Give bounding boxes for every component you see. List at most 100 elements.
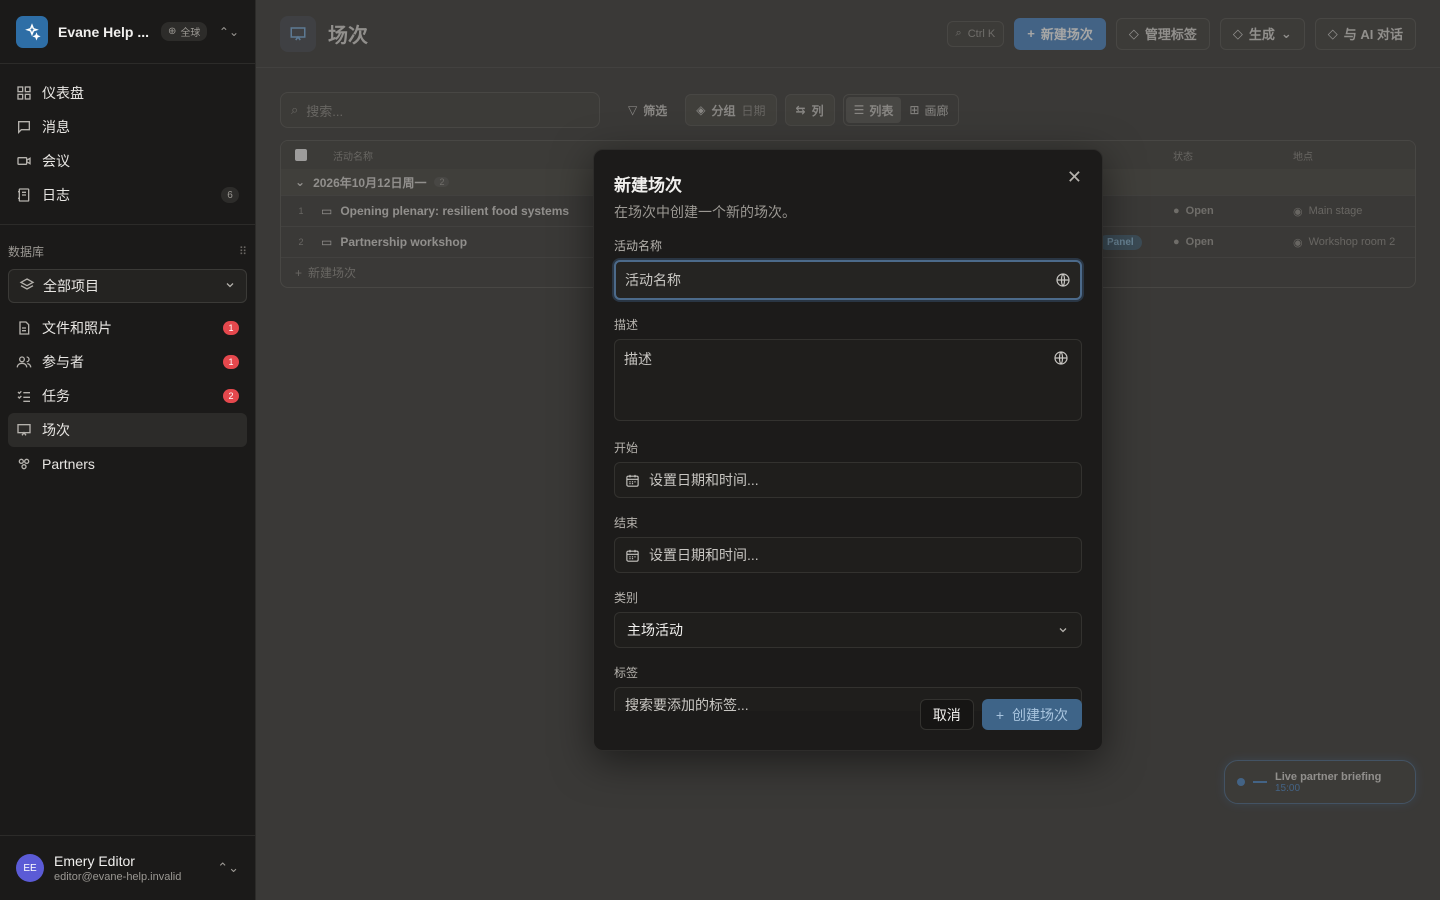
user-info: Emery Editor editor@evane-help.invalid (54, 853, 181, 883)
button-label: 创建场次 (1012, 706, 1068, 723)
sparkle-icon: ◇ (1327, 25, 1338, 41)
database-nav: 文件和照片 1 参与者 1 任务 2 场次 Partners (0, 311, 255, 481)
dash-icon (1253, 781, 1267, 783)
nav-item-dashboard[interactable]: 仪表盘 (8, 76, 247, 110)
section-title: 数据库 (8, 244, 45, 259)
manage-tags-button[interactable]: ◇ 管理标签 (1115, 17, 1210, 50)
filter-icon: ▽ (628, 103, 638, 117)
cancel-button[interactable]: 取消 (919, 699, 974, 730)
presentation-icon (280, 15, 316, 52)
notebook-icon (16, 187, 34, 203)
tag-icon: ◇ (1128, 25, 1139, 41)
button-label: 筛选 (643, 103, 668, 118)
chevron-updown-icon: ⌃⌄ (218, 24, 239, 39)
filter-button[interactable]: ▽ 筛选 (618, 94, 677, 126)
name-placeholder: 活动名称 (625, 272, 681, 288)
file-icon (16, 320, 34, 336)
nav-item-sessions[interactable]: 场次 (8, 413, 247, 447)
dialog-title: 新建场次 (614, 176, 682, 195)
status-text: Open (1185, 205, 1214, 217)
plus-icon: + (295, 265, 303, 280)
dialog-footer: 取消 + 创建场次 (919, 699, 1082, 730)
add-label: 新建场次 (308, 266, 357, 280)
row-name-text: Opening plenary: resilient food systems (340, 204, 570, 218)
toast-text: Live partner briefing 15:00 (1275, 771, 1381, 794)
row-status: ● Open (1173, 236, 1214, 248)
sparkle-icon: ◇ (1232, 25, 1243, 41)
workspace-scope-label: 全球 (180, 28, 201, 39)
column-header-status[interactable]: 状态 (1173, 148, 1193, 163)
nav-item-files[interactable]: 文件和照片 1 (8, 311, 247, 345)
message-icon (16, 119, 34, 135)
tags-label: 标签 (614, 666, 639, 680)
description-placeholder: 描述 (624, 351, 652, 367)
column-header-name[interactable]: 活动名称 (333, 148, 373, 163)
new-session-dialog: ✕ 新建场次 在场次中创建一个新的场次。 活动名称 活动名称 描述 描述 开始 … (593, 149, 1103, 751)
main-nav: 仪表盘 消息 会议 日志 6 (0, 64, 255, 225)
video-icon (16, 153, 34, 169)
drag-handle-icon[interactable]: ⠿ (239, 245, 247, 258)
end-placeholder: 设置日期和时间... (649, 547, 759, 563)
row-index: 1 (298, 206, 304, 216)
column-header-location[interactable]: 地点 (1293, 148, 1313, 163)
close-icon[interactable]: ✕ (1067, 168, 1082, 186)
nav-item-label: 会议 (42, 153, 70, 169)
live-briefing-toast[interactable]: Live partner briefing 15:00 (1224, 760, 1416, 804)
nav-item-logs[interactable]: 日志 6 (8, 178, 247, 212)
command-search-button[interactable]: ⌕ Ctrl K (946, 20, 1005, 47)
category-badge: Panel (1099, 234, 1142, 250)
ai-chat-button[interactable]: ◇ 与 AI 对话 (1314, 17, 1416, 50)
columns-button[interactable]: ⇆ 列 (784, 94, 835, 126)
category-select[interactable]: 主场活动 (614, 612, 1082, 648)
search-icon: ⌕ (955, 27, 962, 39)
presentation-icon (16, 422, 34, 438)
pin-icon: ◉ (1293, 205, 1303, 218)
view-gallery-option[interactable]: ⊞ 画廊 (901, 97, 956, 123)
nav-item-meetings[interactable]: 会议 (8, 144, 247, 178)
button-label: 分组 (711, 103, 736, 118)
session-name-input[interactable]: 活动名称 (614, 260, 1082, 300)
globe-icon[interactable] (1055, 272, 1071, 288)
tags-placeholder: 搜索要添加的标签... (625, 697, 749, 711)
toast-time: 15:00 (1275, 782, 1301, 794)
live-dot-icon (1237, 778, 1245, 786)
presentation-icon: ▭ (321, 204, 333, 218)
dialog-description: 在场次中创建一个新的场次。 (614, 204, 796, 220)
new-session-button[interactable]: + 新建场次 (1014, 17, 1106, 50)
end-datetime-picker[interactable]: 设置日期和时间... (614, 537, 1082, 573)
nav-item-messages[interactable]: 消息 (8, 110, 247, 144)
nav-item-partners[interactable]: Partners (8, 447, 247, 481)
globe-icon[interactable] (1053, 350, 1069, 366)
project-selector[interactable]: 全部项目 (8, 269, 247, 303)
page-header: 场次 ⌕ Ctrl K + 新建场次 ◇ 管理标签 ◇ 生成 ⌄ ◇ 与 AI … (256, 0, 1440, 68)
presentation-icon: ▭ (321, 235, 333, 249)
nav-item-participants[interactable]: 参与者 1 (8, 345, 247, 379)
generate-button[interactable]: ◇ 生成 ⌄ (1219, 17, 1305, 50)
row-location: ◉ Main stage (1293, 205, 1362, 218)
button-label: 新建场次 (1040, 27, 1093, 42)
dashboard-icon (16, 85, 34, 101)
start-datetime-picker[interactable]: 设置日期和时间... (614, 462, 1082, 498)
group-by-button[interactable]: ◈ 分组 日期 (685, 94, 777, 126)
row-name: ▭ Partnership workshop (321, 235, 467, 249)
avatar: EE (16, 854, 44, 882)
nav-item-label: 场次 (42, 422, 70, 438)
nav-item-label: 文件和照片 (42, 320, 112, 336)
button-label: 与 AI 对话 (1343, 27, 1403, 42)
nav-item-tasks[interactable]: 任务 2 (8, 379, 247, 413)
nav-item-label: 消息 (42, 119, 70, 135)
view-list-option[interactable]: ☰ 列表 (845, 97, 902, 123)
handshake-icon (16, 456, 34, 472)
create-session-button[interactable]: + 创建场次 (981, 699, 1082, 730)
nav-item-label: 日志 (42, 187, 70, 203)
category-label: 类别 (614, 591, 639, 605)
description-textarea[interactable]: 描述 (614, 339, 1082, 421)
user-menu[interactable]: EE Emery Editor editor@evane-help.invali… (0, 835, 255, 900)
database-section-label: 数据库 ⠿ (0, 225, 255, 265)
columns-icon: ⇆ (795, 103, 806, 117)
search-placeholder: 搜索... (306, 103, 344, 119)
start-placeholder: 设置日期和时间... (649, 472, 759, 488)
workspace-switcher[interactable]: Evane Help ... ⊕ 全球 ⌃⌄ (0, 0, 255, 64)
search-input[interactable]: ⌕ 搜索... (280, 92, 600, 128)
select-all-checkbox[interactable] (295, 149, 307, 161)
